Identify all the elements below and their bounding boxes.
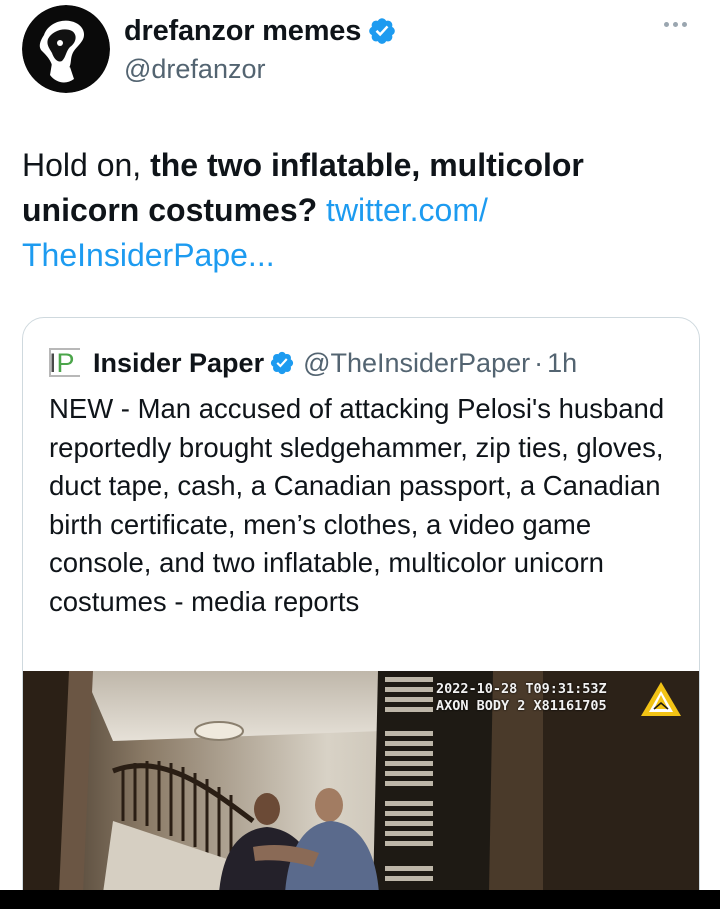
quote-author-name[interactable]: Insider Paper: [93, 348, 264, 379]
tweet-text: Hold on, the two inflatable, multicolor …: [22, 143, 682, 278]
insider-paper-logo: IP: [49, 348, 83, 378]
bodycam-timestamp: 2022-10-28 T09:31:53Z AXON BODY 2 X81161…: [436, 681, 607, 714]
quote-text: NEW - Man accused of attacking Pelosi's …: [49, 393, 665, 617]
quote-timestamp[interactable]: 1h: [547, 348, 577, 379]
verified-badge-icon: [269, 350, 295, 376]
bottom-black-bar: [0, 890, 720, 909]
author-info: drefanzor memes @drefanzor: [124, 12, 397, 85]
quote-author-handle[interactable]: @TheInsiderPaper: [303, 348, 530, 379]
quoted-tweet-card[interactable]: IP Insider Paper @TheInsiderPaper · 1h N…: [22, 317, 700, 909]
axon-logo-icon: [641, 682, 681, 716]
quote-header: IP Insider Paper @TheInsiderPaper · 1h: [49, 346, 577, 380]
tweet-page: drefanzor memes @drefanzor Hold on, the …: [0, 0, 720, 909]
quote-media-image[interactable]: 2022-10-28 T09:31:53Z AXON BODY 2 X81161…: [23, 671, 699, 893]
tweet-text-plain: Hold on,: [22, 147, 151, 183]
more-options-icon[interactable]: [664, 22, 687, 27]
author-avatar[interactable]: [22, 5, 110, 93]
verified-badge-icon: [367, 16, 397, 46]
author-display-name[interactable]: drefanzor memes: [124, 15, 361, 48]
separator-dot: ·: [534, 347, 544, 378]
author-handle[interactable]: @drefanzor: [124, 54, 397, 85]
display-name-row: drefanzor memes: [124, 12, 397, 50]
